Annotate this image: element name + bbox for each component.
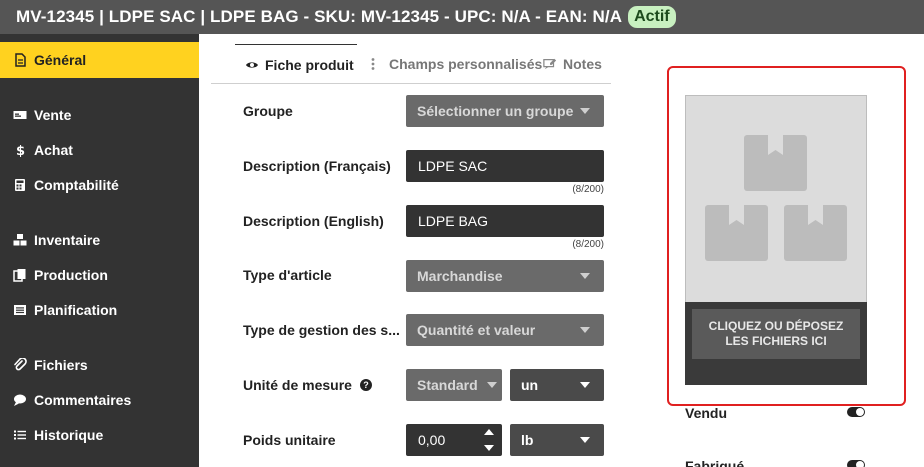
- toggle-knob: [856, 408, 864, 416]
- group-label: Groupe: [243, 103, 293, 119]
- sidebar-item-vente[interactable]: Vente: [0, 97, 199, 133]
- boxes-icon: [705, 135, 847, 261]
- copy-icon: [12, 267, 28, 283]
- cash-icon: [12, 107, 28, 123]
- description-fr-counter: (8/200): [572, 184, 604, 195]
- sidebar-item-label: Production: [34, 267, 108, 283]
- description-fr-input[interactable]: LDPE SAC: [406, 150, 604, 182]
- sidebar-item-commentaires[interactable]: Commentaires: [0, 382, 199, 418]
- description-en-input[interactable]: LDPE BAG: [406, 205, 604, 237]
- sidebar-item-historique[interactable]: Historique: [0, 417, 199, 453]
- unit-mode-value: Standard: [417, 377, 478, 393]
- sidebar-item-label: Inventaire: [34, 232, 101, 248]
- sidebar-item-label: Commentaires: [34, 392, 132, 408]
- sidebar-item-achat[interactable]: $ Achat: [0, 132, 199, 168]
- item-type-label: Type d'article: [243, 267, 332, 283]
- unit-label-text: Unité de mesure: [243, 377, 352, 393]
- sidebar-item-label: Fichiers: [34, 357, 88, 373]
- unit-value: un: [521, 377, 539, 393]
- document-icon: [12, 52, 28, 68]
- caret-down-icon: [580, 108, 590, 114]
- description-en-value: LDPE BAG: [418, 213, 489, 229]
- weight-unit-select[interactable]: lb: [510, 424, 604, 456]
- vertical-ellipsis-icon: [369, 57, 383, 71]
- sidebar-item-planification[interactable]: Planification: [0, 292, 199, 328]
- tab-notes[interactable]: Notes: [543, 44, 602, 84]
- sidebar-item-label: Général: [34, 52, 87, 68]
- group-select[interactable]: Sélectionner un groupe: [406, 95, 604, 127]
- history-list-icon: [12, 427, 28, 443]
- sidebar-item-production[interactable]: Production: [0, 257, 199, 293]
- caret-down-icon: [580, 327, 590, 333]
- page-title: MV-12345 | LDPE SAC | LDPE BAG - SKU: MV…: [16, 7, 623, 26]
- group-select-value: Sélectionner un groupe: [417, 103, 574, 119]
- toggle-vendu-label: Vendu: [685, 405, 728, 421]
- title-bar: MV-12345 | LDPE SAC | LDPE BAG - SKU: MV…: [0, 0, 924, 34]
- toggle-vendu[interactable]: [847, 407, 865, 417]
- tab-label: Champs personnalisés: [389, 56, 543, 72]
- toggle-fabrique[interactable]: [847, 460, 865, 467]
- caret-down-icon: [580, 273, 590, 279]
- unit-select[interactable]: un: [510, 369, 604, 401]
- note-icon: [543, 57, 557, 71]
- tab-label: Fiche produit: [265, 56, 354, 73]
- item-type-select[interactable]: Marchandise: [406, 260, 604, 292]
- description-en-counter: (8/200): [572, 239, 604, 250]
- sidebar-item-comptabilite[interactable]: Comptabilité: [0, 167, 199, 203]
- description-fr-value: LDPE SAC: [418, 158, 488, 174]
- status-badge: Actif: [628, 6, 676, 28]
- tab-champs-personnalises[interactable]: Champs personnalisés: [369, 44, 542, 84]
- caret-down-icon: [580, 382, 590, 388]
- dollar-icon: $: [12, 142, 28, 158]
- description-fr-label: Description (Français): [243, 158, 391, 174]
- description-en-label: Description (English): [243, 213, 384, 229]
- increment-icon[interactable]: [484, 429, 494, 435]
- upload-files-button[interactable]: CLIQUEZ OU DÉPOSEZ LES FICHIERS ICI: [692, 309, 860, 359]
- weight-value: 0,00: [418, 432, 446, 448]
- paperclip-icon: [12, 357, 28, 373]
- tab-bar: Fiche produit Champs personnalisés Notes: [211, 44, 611, 84]
- sidebar-item-fichiers[interactable]: Fichiers: [0, 347, 199, 383]
- decrement-icon[interactable]: [484, 445, 494, 451]
- management-type-select[interactable]: Quantité et valeur: [406, 314, 604, 346]
- list-icon: [12, 302, 28, 318]
- sidebar-item-label: Vente: [34, 107, 72, 123]
- eye-icon: [245, 58, 259, 72]
- sidebar-item-general[interactable]: Général: [0, 42, 199, 78]
- stepper-arrows-icon[interactable]: [484, 429, 494, 451]
- caret-down-icon: [580, 437, 590, 443]
- cubes-icon: [12, 232, 28, 248]
- sidebar: Général Vente $ Achat Comptabilité Inven…: [0, 34, 199, 467]
- toggle-knob: [856, 461, 864, 467]
- tab-label: Notes: [563, 56, 602, 72]
- sidebar-item-label: Historique: [34, 427, 104, 443]
- unit-label: Unité de mesure ?: [243, 377, 372, 393]
- weight-unit-value: lb: [521, 432, 534, 448]
- tab-fiche-produit[interactable]: Fiche produit: [235, 44, 357, 84]
- item-type-value: Marchandise: [417, 268, 503, 284]
- unit-mode-select[interactable]: Standard: [406, 369, 502, 401]
- comment-icon: [12, 392, 28, 408]
- calculator-icon: [12, 177, 28, 193]
- weight-label: Poids unitaire: [243, 432, 336, 448]
- weight-input[interactable]: 0,00: [406, 424, 502, 456]
- svg-text:$: $: [16, 144, 25, 157]
- help-icon[interactable]: ?: [359, 379, 372, 391]
- sidebar-item-label: Comptabilité: [34, 177, 119, 193]
- toggle-fabrique-label: Fabriqué: [685, 458, 745, 467]
- sidebar-item-label: Planification: [34, 302, 118, 318]
- management-type-value: Quantité et valeur: [417, 322, 536, 338]
- management-type-label: Type de gestion des s...: [243, 322, 400, 338]
- caret-down-icon: [487, 382, 497, 388]
- sidebar-item-label: Achat: [34, 142, 73, 158]
- sidebar-item-inventaire[interactable]: Inventaire: [0, 222, 199, 258]
